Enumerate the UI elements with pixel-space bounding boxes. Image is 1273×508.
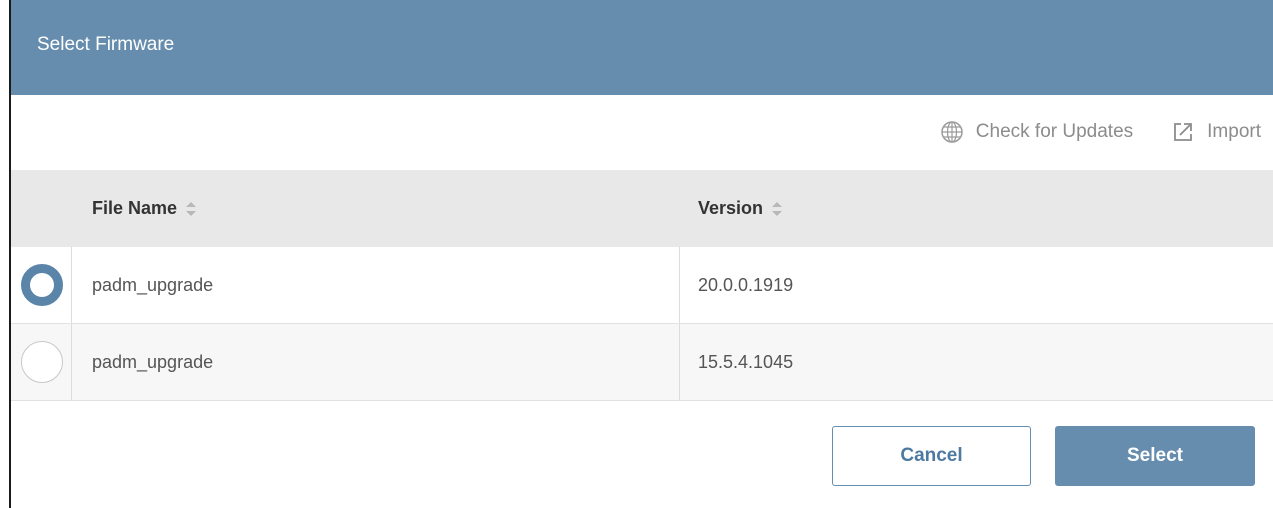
import-label: Import — [1207, 120, 1261, 142]
column-divider — [679, 324, 680, 400]
file-name-cell: padm_upgrade — [92, 351, 214, 372]
sort-icon — [771, 201, 783, 217]
dialog-header: Select Firmware — [11, 0, 1273, 95]
row-radio-button[interactable] — [21, 264, 63, 306]
select-button[interactable]: Select — [1055, 426, 1255, 486]
globe-icon — [940, 120, 964, 144]
table-row[interactable]: padm_upgrade 15.5.4.1045 — [11, 324, 1273, 401]
row-select-cell — [11, 324, 72, 400]
column-header-file-name[interactable]: File Name — [92, 170, 197, 247]
column-header-label: Version — [698, 198, 764, 218]
version-cell: 20.0.0.1919 — [698, 274, 794, 295]
firmware-table: File Name Version padm_upgrade 20.0.0.19… — [11, 170, 1273, 401]
import-button[interactable]: Import — [1171, 120, 1261, 144]
dialog-footer: Cancel Select — [11, 401, 1273, 505]
check-for-updates-button[interactable]: Check for Updates — [940, 120, 1133, 144]
sort-icon — [185, 201, 197, 217]
check-for-updates-label: Check for Updates — [975, 120, 1134, 142]
select-firmware-dialog: Select Firmware Check for Updates Import… — [11, 0, 1273, 508]
row-select-cell — [11, 247, 72, 323]
dialog-title: Select Firmware — [37, 33, 175, 55]
table-row[interactable]: padm_upgrade 20.0.0.1919 — [11, 247, 1273, 324]
import-icon — [1171, 120, 1195, 144]
column-header-version[interactable]: Version — [698, 170, 783, 247]
column-header-label: File Name — [92, 198, 178, 218]
table-header: File Name Version — [11, 170, 1273, 247]
cancel-button[interactable]: Cancel — [832, 426, 1031, 486]
dialog-toolbar: Check for Updates Import — [11, 95, 1273, 170]
column-divider — [679, 247, 680, 323]
row-radio-button[interactable] — [21, 341, 63, 383]
version-cell: 15.5.4.1045 — [698, 351, 794, 372]
file-name-cell: padm_upgrade — [92, 274, 214, 295]
